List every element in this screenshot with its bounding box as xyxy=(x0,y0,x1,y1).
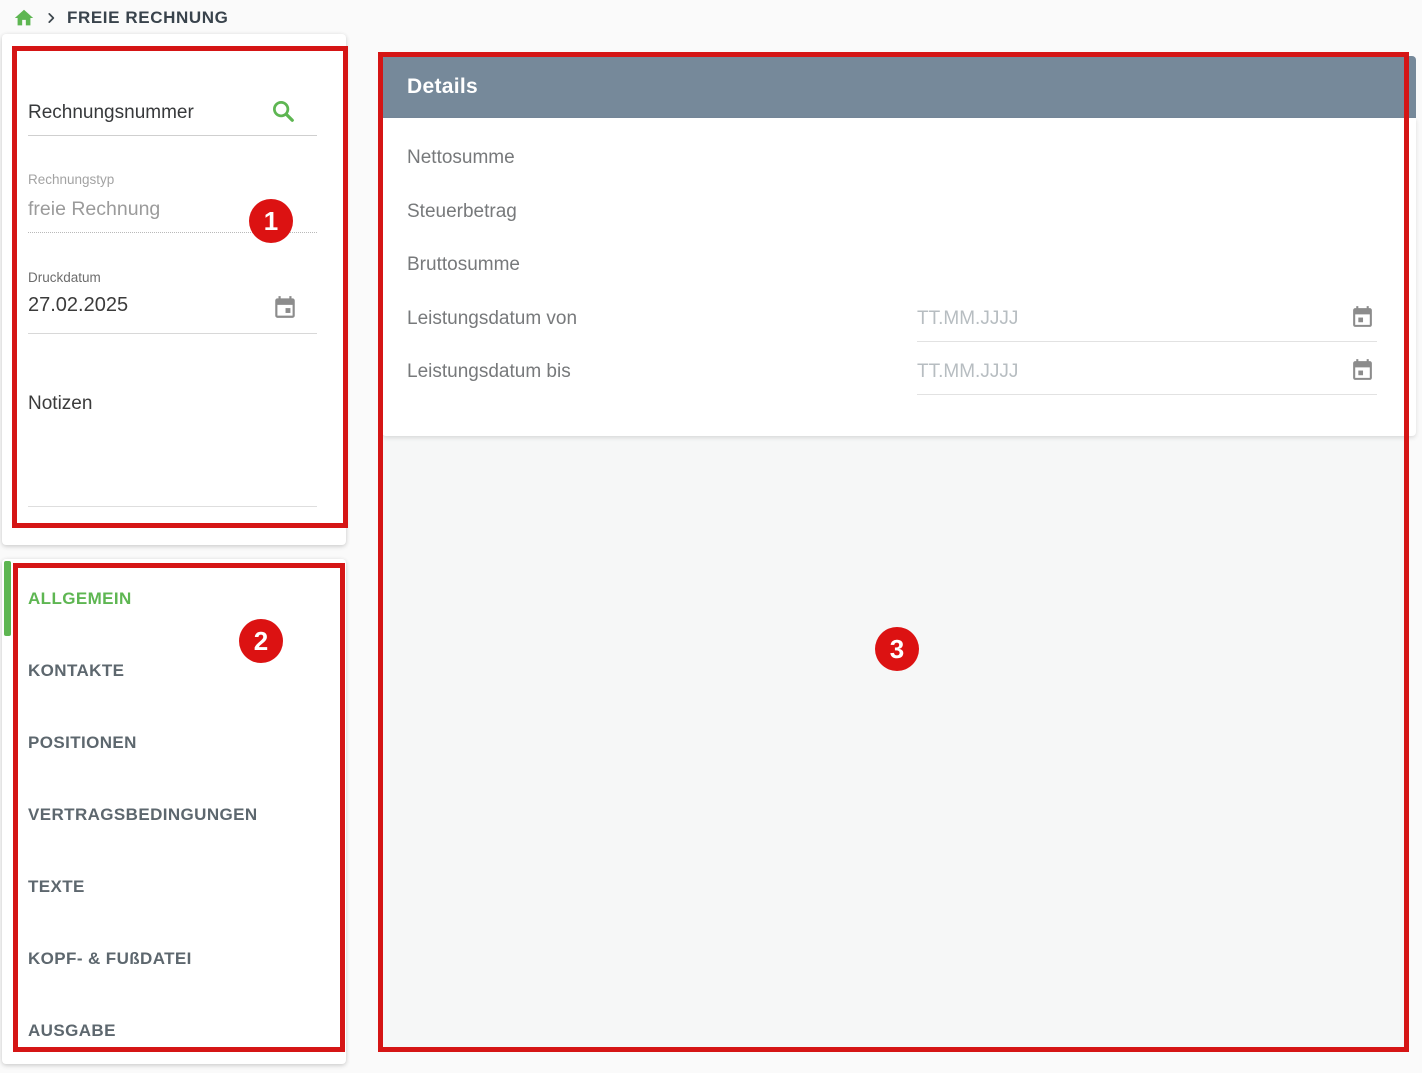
invoice-meta-panel: Rechnungsnummer Rechnungstyp freie Rechn… xyxy=(2,34,346,545)
rechnungstyp-underline xyxy=(28,232,317,233)
nav-item-vertragsbedingungen[interactable]: VERTRAGSBEDINGUNGEN xyxy=(28,805,258,825)
calendar-icon[interactable] xyxy=(272,294,298,320)
druckdatum-underline xyxy=(28,333,317,334)
leistungsdatum-bis-input[interactable] xyxy=(917,357,1337,387)
rechnungsnummer-field-label[interactable]: Rechnungsnummer xyxy=(28,102,194,124)
home-icon[interactable] xyxy=(13,7,35,29)
active-tab-indicator xyxy=(4,561,11,636)
nav-item-ausgabe[interactable]: AUSGABE xyxy=(28,1021,116,1041)
leistungsdatum-von-input[interactable] xyxy=(917,304,1337,334)
steuerbetrag-label: Steuerbetrag xyxy=(407,201,517,223)
section-nav: ALLGEMEIN KONTAKTE POSITIONEN VERTRAGSBE… xyxy=(2,559,346,1064)
calendar-icon[interactable] xyxy=(1350,304,1375,329)
rechnungstyp-label: Rechnungstyp xyxy=(28,172,114,187)
leistungsdatum-von-label: Leistungsdatum von xyxy=(407,308,577,330)
page-title: FREIE RECHNUNG xyxy=(67,8,228,28)
details-panel-header: Details xyxy=(382,56,1416,118)
bruttosumme-label: Bruttosumme xyxy=(407,254,520,276)
rechnungsnummer-underline xyxy=(28,135,317,136)
notizen-underline xyxy=(28,506,317,507)
leistungsdatum-bis-field xyxy=(917,357,1377,395)
notizen-label: Notizen xyxy=(28,393,92,415)
details-panel-title: Details xyxy=(407,75,478,99)
breadcrumb: FREIE RECHNUNG xyxy=(13,5,228,31)
search-icon[interactable] xyxy=(268,96,298,126)
druckdatum-input[interactable] xyxy=(28,294,228,317)
leistungsdatum-von-field xyxy=(917,304,1377,342)
nav-item-texte[interactable]: TEXTE xyxy=(28,877,85,897)
calendar-icon[interactable] xyxy=(1350,357,1375,382)
rechnungstyp-value: freie Rechnung xyxy=(28,198,160,221)
druckdatum-label: Druckdatum xyxy=(28,270,101,285)
nav-item-kontakte[interactable]: KONTAKTE xyxy=(28,661,124,681)
leistungsdatum-bis-label: Leistungsdatum bis xyxy=(407,361,571,383)
chevron-right-icon xyxy=(44,11,58,25)
nav-item-kopf-fussdatei[interactable]: KOPF- & FUßDATEI xyxy=(28,949,192,969)
nav-item-allgemein[interactable]: ALLGEMEIN xyxy=(28,589,132,609)
notizen-input[interactable] xyxy=(28,426,317,504)
nav-item-positionen[interactable]: POSITIONEN xyxy=(28,733,137,753)
details-panel-body: Nettosumme Steuerbetrag Bruttosumme Leis… xyxy=(382,118,1416,436)
nettosumme-label: Nettosumme xyxy=(407,147,515,169)
